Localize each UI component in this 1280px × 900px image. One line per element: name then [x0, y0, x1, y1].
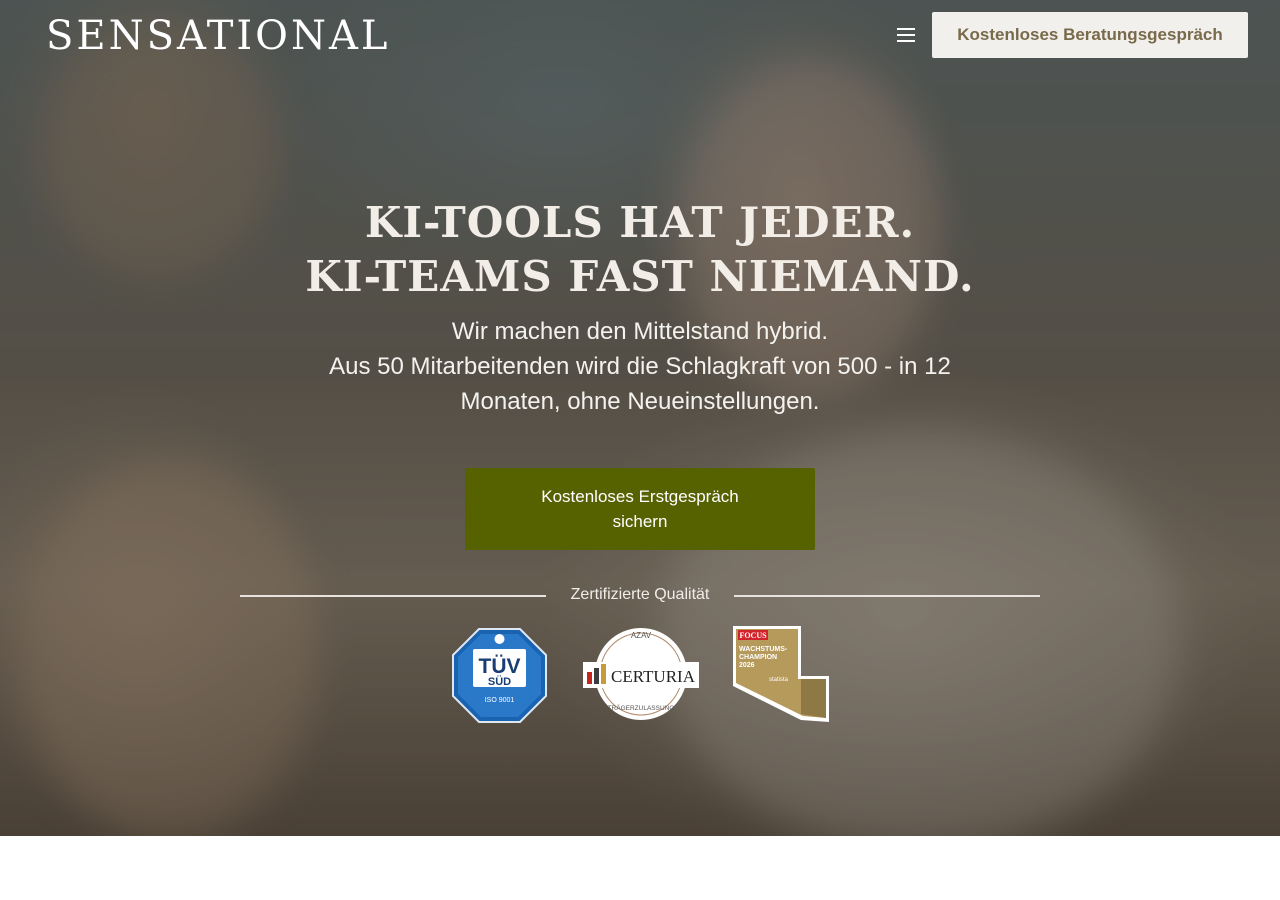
tuv-sud-badge: TÜV SÜD ISO 9001	[452, 628, 547, 723]
divider-right	[734, 595, 1040, 597]
free-consultation-button[interactable]: Kostenloses Beratungsgespräch	[932, 12, 1248, 58]
page-below-hero	[0, 836, 1280, 900]
menu-icon[interactable]	[897, 26, 917, 44]
tuv-text: TÜV	[479, 655, 521, 678]
divider-left	[240, 595, 546, 597]
hero-headline: KI-TOOLS HAT JEDER. KI-TEAMS FAST NIEMAN…	[240, 196, 1040, 304]
sud-text: SÜD	[488, 675, 511, 688]
hero-subline: Wir machen den Mittelstand hybrid. Aus 5…	[280, 314, 1000, 419]
logo[interactable]: SENSATIONAL	[46, 14, 390, 58]
headline-line-1: KI-TOOLS HAT JEDER.	[364, 198, 916, 247]
free-initial-consultation-button[interactable]: Kostenloses Erstgespräch sichern	[465, 468, 815, 550]
statista-text: statista	[769, 677, 789, 683]
subline-line-1: Wir machen den Mittelstand hybrid.	[451, 318, 829, 345]
certifications-title: Zertifizierte Qualität	[570, 586, 710, 603]
wachstums-text: WACHSTUMS-	[739, 646, 788, 653]
top-navigation: SENSATIONAL Kostenloses Beratungsgespräc…	[0, 0, 1280, 70]
focus-text: FOCUS	[739, 631, 767, 640]
headline-line-2: KI-TEAMS FAST NIEMAND.	[305, 252, 975, 301]
traegerzulassung-text: TRÄGERZULASSUNG	[608, 704, 675, 712]
certuria-text: CERTURIA	[611, 667, 696, 686]
champion-text: CHAMPION	[739, 654, 777, 661]
focus-wachstumschampion-badge: FOCUS WACHSTUMS- CHAMPION 2026 statista	[733, 626, 829, 722]
subline-line-2: Aus 50 Mitarbeitenden wird die Schlagkra…	[329, 353, 951, 415]
iso-text: ISO 9001	[485, 697, 515, 704]
year-text: 2026	[739, 662, 755, 669]
azav-text: AZAV	[631, 631, 652, 640]
certuria-badge: AZAV CERTURIA TRÄGERZULASSUNG	[583, 628, 699, 720]
